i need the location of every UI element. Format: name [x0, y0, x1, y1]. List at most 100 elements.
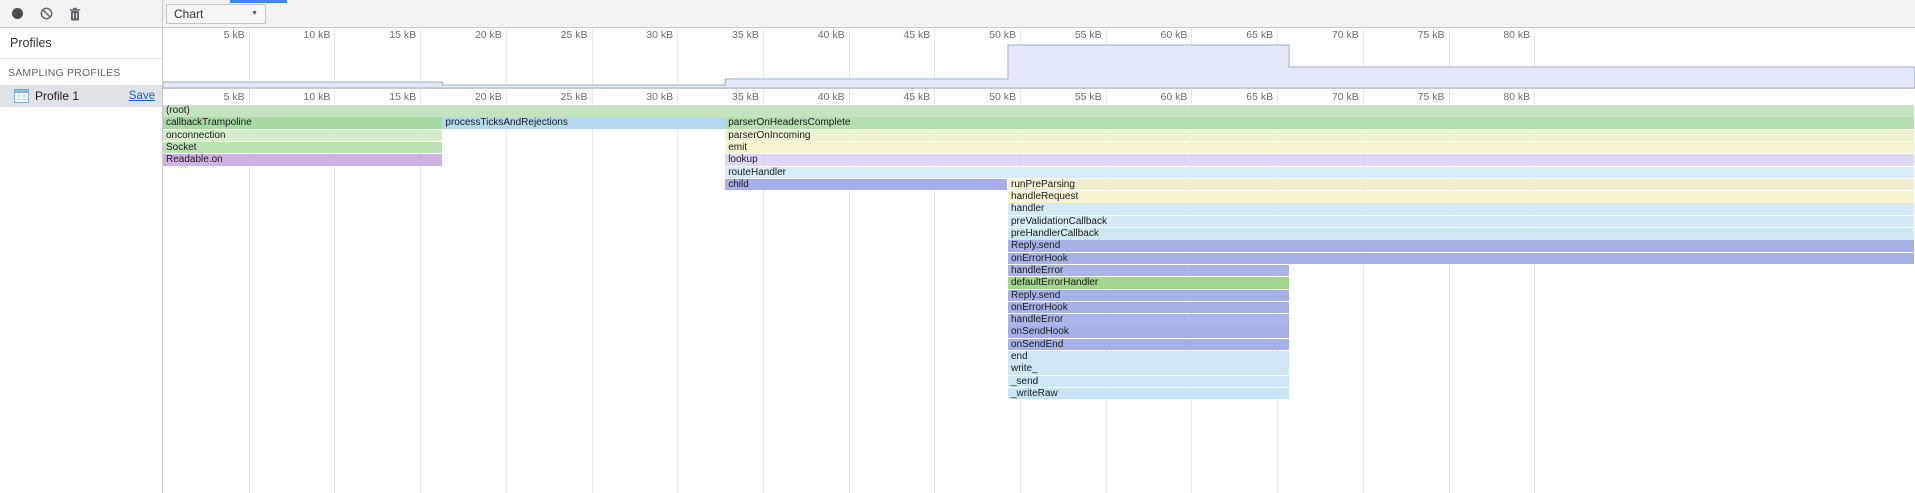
- ruler-tick-label: 25 kB: [530, 29, 588, 41]
- frame-label: Socket: [166, 142, 197, 153]
- flame-frame[interactable]: handleError: [1008, 265, 1289, 277]
- flame-frame[interactable]: onErrorHook: [1008, 302, 1289, 314]
- flame-frame[interactable]: end: [1008, 351, 1289, 363]
- ruler-tick-label: 5 kB: [187, 29, 245, 41]
- flame-frame[interactable]: write_: [1008, 363, 1289, 375]
- ruler-tick-label: 75 kB: [1387, 29, 1445, 41]
- profile-icon: [14, 89, 29, 103]
- flame-frame[interactable]: routeHandler: [725, 167, 1914, 179]
- view-mode-value: Chart: [174, 7, 203, 21]
- overview-area-path: [163, 45, 1915, 88]
- frame-label: onSendHook: [1011, 326, 1069, 337]
- ruler-tick-label: 55 kB: [1044, 91, 1102, 103]
- flame-frame[interactable]: preValidationCallback: [1008, 216, 1914, 228]
- ruler-tick-label: 10 kB: [272, 91, 330, 103]
- flame-frame[interactable]: callbackTrampoline: [163, 117, 442, 129]
- allocation-overview[interactable]: 5 kB10 kB15 kB20 kB25 kB30 kB35 kB40 kB4…: [163, 27, 1915, 89]
- ruler-tick-label: 65 kB: [1215, 29, 1273, 41]
- ruler-tick-label: 20 kB: [444, 91, 502, 103]
- ruler-tick-label: 40 kB: [787, 29, 845, 41]
- frame-label: processTicksAndRejections: [445, 117, 567, 128]
- frame-label: defaultErrorHandler: [1011, 277, 1098, 288]
- ruler-tick-label: 75 kB: [1387, 91, 1445, 103]
- flamechart-canvas[interactable]: (root)callbackTrampoline processTicksAndR…: [163, 89, 1915, 493]
- frame-label: write_: [1011, 363, 1038, 374]
- record-button[interactable]: [9, 6, 25, 22]
- flame-frame[interactable]: runPreParsing: [1008, 179, 1914, 191]
- flame-frame[interactable]: handler: [1008, 203, 1914, 215]
- flame-frame[interactable]: emit: [725, 142, 1914, 154]
- flame-frame[interactable]: _send: [1008, 376, 1289, 388]
- frame-label: Readable.on: [166, 154, 223, 165]
- flame-frame[interactable]: _writeRaw: [1008, 388, 1289, 400]
- flame-frame[interactable]: Reply.send: [1008, 290, 1289, 302]
- flamechart-panel: 5 kB 10 kB 15 kB 20 kB 25 kB 30 kB 35 kB 40 kB 4…: [163, 27, 1915, 493]
- ruler-tick-label: 10 kB: [272, 29, 330, 41]
- frame-label: onSendEnd: [1011, 339, 1063, 350]
- ruler-tick-label: 30 kB: [615, 29, 673, 41]
- flame-frame[interactable]: onErrorHook: [1008, 253, 1914, 265]
- frame-label: onErrorHook: [1011, 302, 1068, 313]
- flame-frame[interactable]: preHandlerCallback: [1008, 228, 1914, 240]
- ruler-tick-label: 65 kB: [1215, 91, 1273, 103]
- ruler-tick-label: 45 kB: [872, 91, 930, 103]
- frame-label: handler: [1011, 203, 1044, 214]
- block-icon: [40, 7, 53, 20]
- sidebar-title: Profiles: [0, 27, 162, 59]
- ruler-tick-label: 55 kB: [1044, 29, 1102, 41]
- ruler-tick-label: 50 kB: [958, 29, 1016, 41]
- profile-list-item[interactable]: Profile 1 Save: [0, 85, 162, 107]
- frame-label: handleRequest: [1011, 191, 1078, 202]
- frame-label: lookup: [728, 154, 757, 165]
- frame-label: _send: [1011, 376, 1038, 387]
- sidebar-section-title: SAMPLING PROFILES: [0, 59, 162, 85]
- ruler-tick-label: 5 kB: [187, 91, 245, 103]
- ruler-tick-label: 45 kB: [872, 29, 930, 41]
- delete-profile-button[interactable]: [67, 6, 83, 22]
- ruler-tick-label: 80 kB: [1472, 91, 1530, 103]
- flame-frame[interactable]: onSendHook: [1008, 326, 1289, 338]
- frame-label: routeHandler: [728, 167, 786, 178]
- view-mode-select[interactable]: Chart ▼: [166, 4, 266, 24]
- ruler-tick-label: 70 kB: [1301, 91, 1359, 103]
- frame-label: handleError: [1011, 314, 1063, 325]
- frame-label: Reply.send: [1011, 240, 1060, 251]
- flame-frame[interactable]: onSendEnd: [1008, 339, 1289, 351]
- flame-frame[interactable]: parserOnHeadersComplete: [725, 117, 1914, 129]
- save-link[interactable]: Save: [129, 90, 155, 102]
- flame-frame[interactable]: Readable.on: [163, 154, 442, 166]
- ruler-tick-label: 50 kB: [958, 91, 1016, 103]
- flame-frame[interactable]: Reply.send: [1008, 240, 1914, 252]
- trash-icon: [69, 7, 81, 21]
- frame-label: handleError: [1011, 265, 1063, 276]
- frame-label: end: [1011, 351, 1028, 362]
- frame-label: parserOnIncoming: [728, 130, 810, 141]
- ruler-tick-label: 20 kB: [444, 29, 502, 41]
- toolbar-button-group: [0, 0, 163, 27]
- ruler-tick-label: 35 kB: [701, 91, 759, 103]
- flame-frame[interactable]: handleError: [1008, 314, 1289, 326]
- frame-label: emit: [728, 142, 747, 153]
- flame-frame[interactable]: processTicksAndRejections: [442, 117, 724, 129]
- flame-frame[interactable]: lookup: [725, 154, 1914, 166]
- frame-label: onconnection: [166, 130, 226, 141]
- frame-label: parserOnHeadersComplete: [728, 117, 850, 128]
- panel-tab-indicator: [230, 0, 287, 3]
- flame-frame[interactable]: handleRequest: [1008, 191, 1914, 203]
- ruler-tick-label: 30 kB: [615, 91, 673, 103]
- ruler-tick-label: 15 kB: [358, 29, 416, 41]
- ruler-tick-label: 70 kB: [1301, 29, 1359, 41]
- flame-frame[interactable]: Socket: [163, 142, 442, 154]
- ruler-tick-label: 80 kB: [1472, 29, 1530, 41]
- flame-frame[interactable]: child: [725, 179, 1007, 191]
- frame-label: preValidationCallback: [1011, 216, 1107, 227]
- flamechart-frames: (root)callbackTrampoline processTicksAndR…: [163, 105, 1915, 493]
- flame-frame[interactable]: parserOnIncoming: [725, 130, 1914, 142]
- ruler-tick-label: 15 kB: [358, 91, 416, 103]
- frame-label: callbackTrampoline: [166, 117, 252, 128]
- flame-frame[interactable]: (root): [163, 105, 1914, 117]
- flame-frame[interactable]: onconnection: [163, 130, 442, 142]
- flame-frame[interactable]: defaultErrorHandler: [1008, 277, 1289, 289]
- clear-profiles-button[interactable]: [38, 6, 54, 22]
- frame-label: Reply.send: [1011, 290, 1060, 301]
